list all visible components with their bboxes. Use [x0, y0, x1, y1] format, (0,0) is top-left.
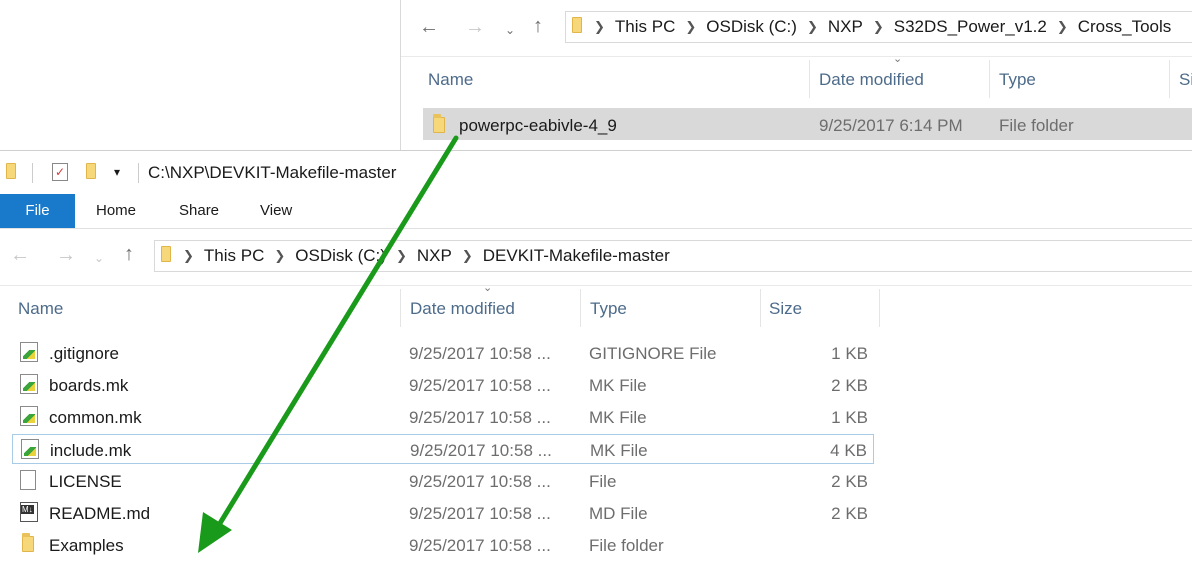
arrow-line	[211, 135, 459, 536]
arrow-head-icon	[198, 512, 232, 553]
drag-arrow-annotation	[198, 135, 459, 553]
